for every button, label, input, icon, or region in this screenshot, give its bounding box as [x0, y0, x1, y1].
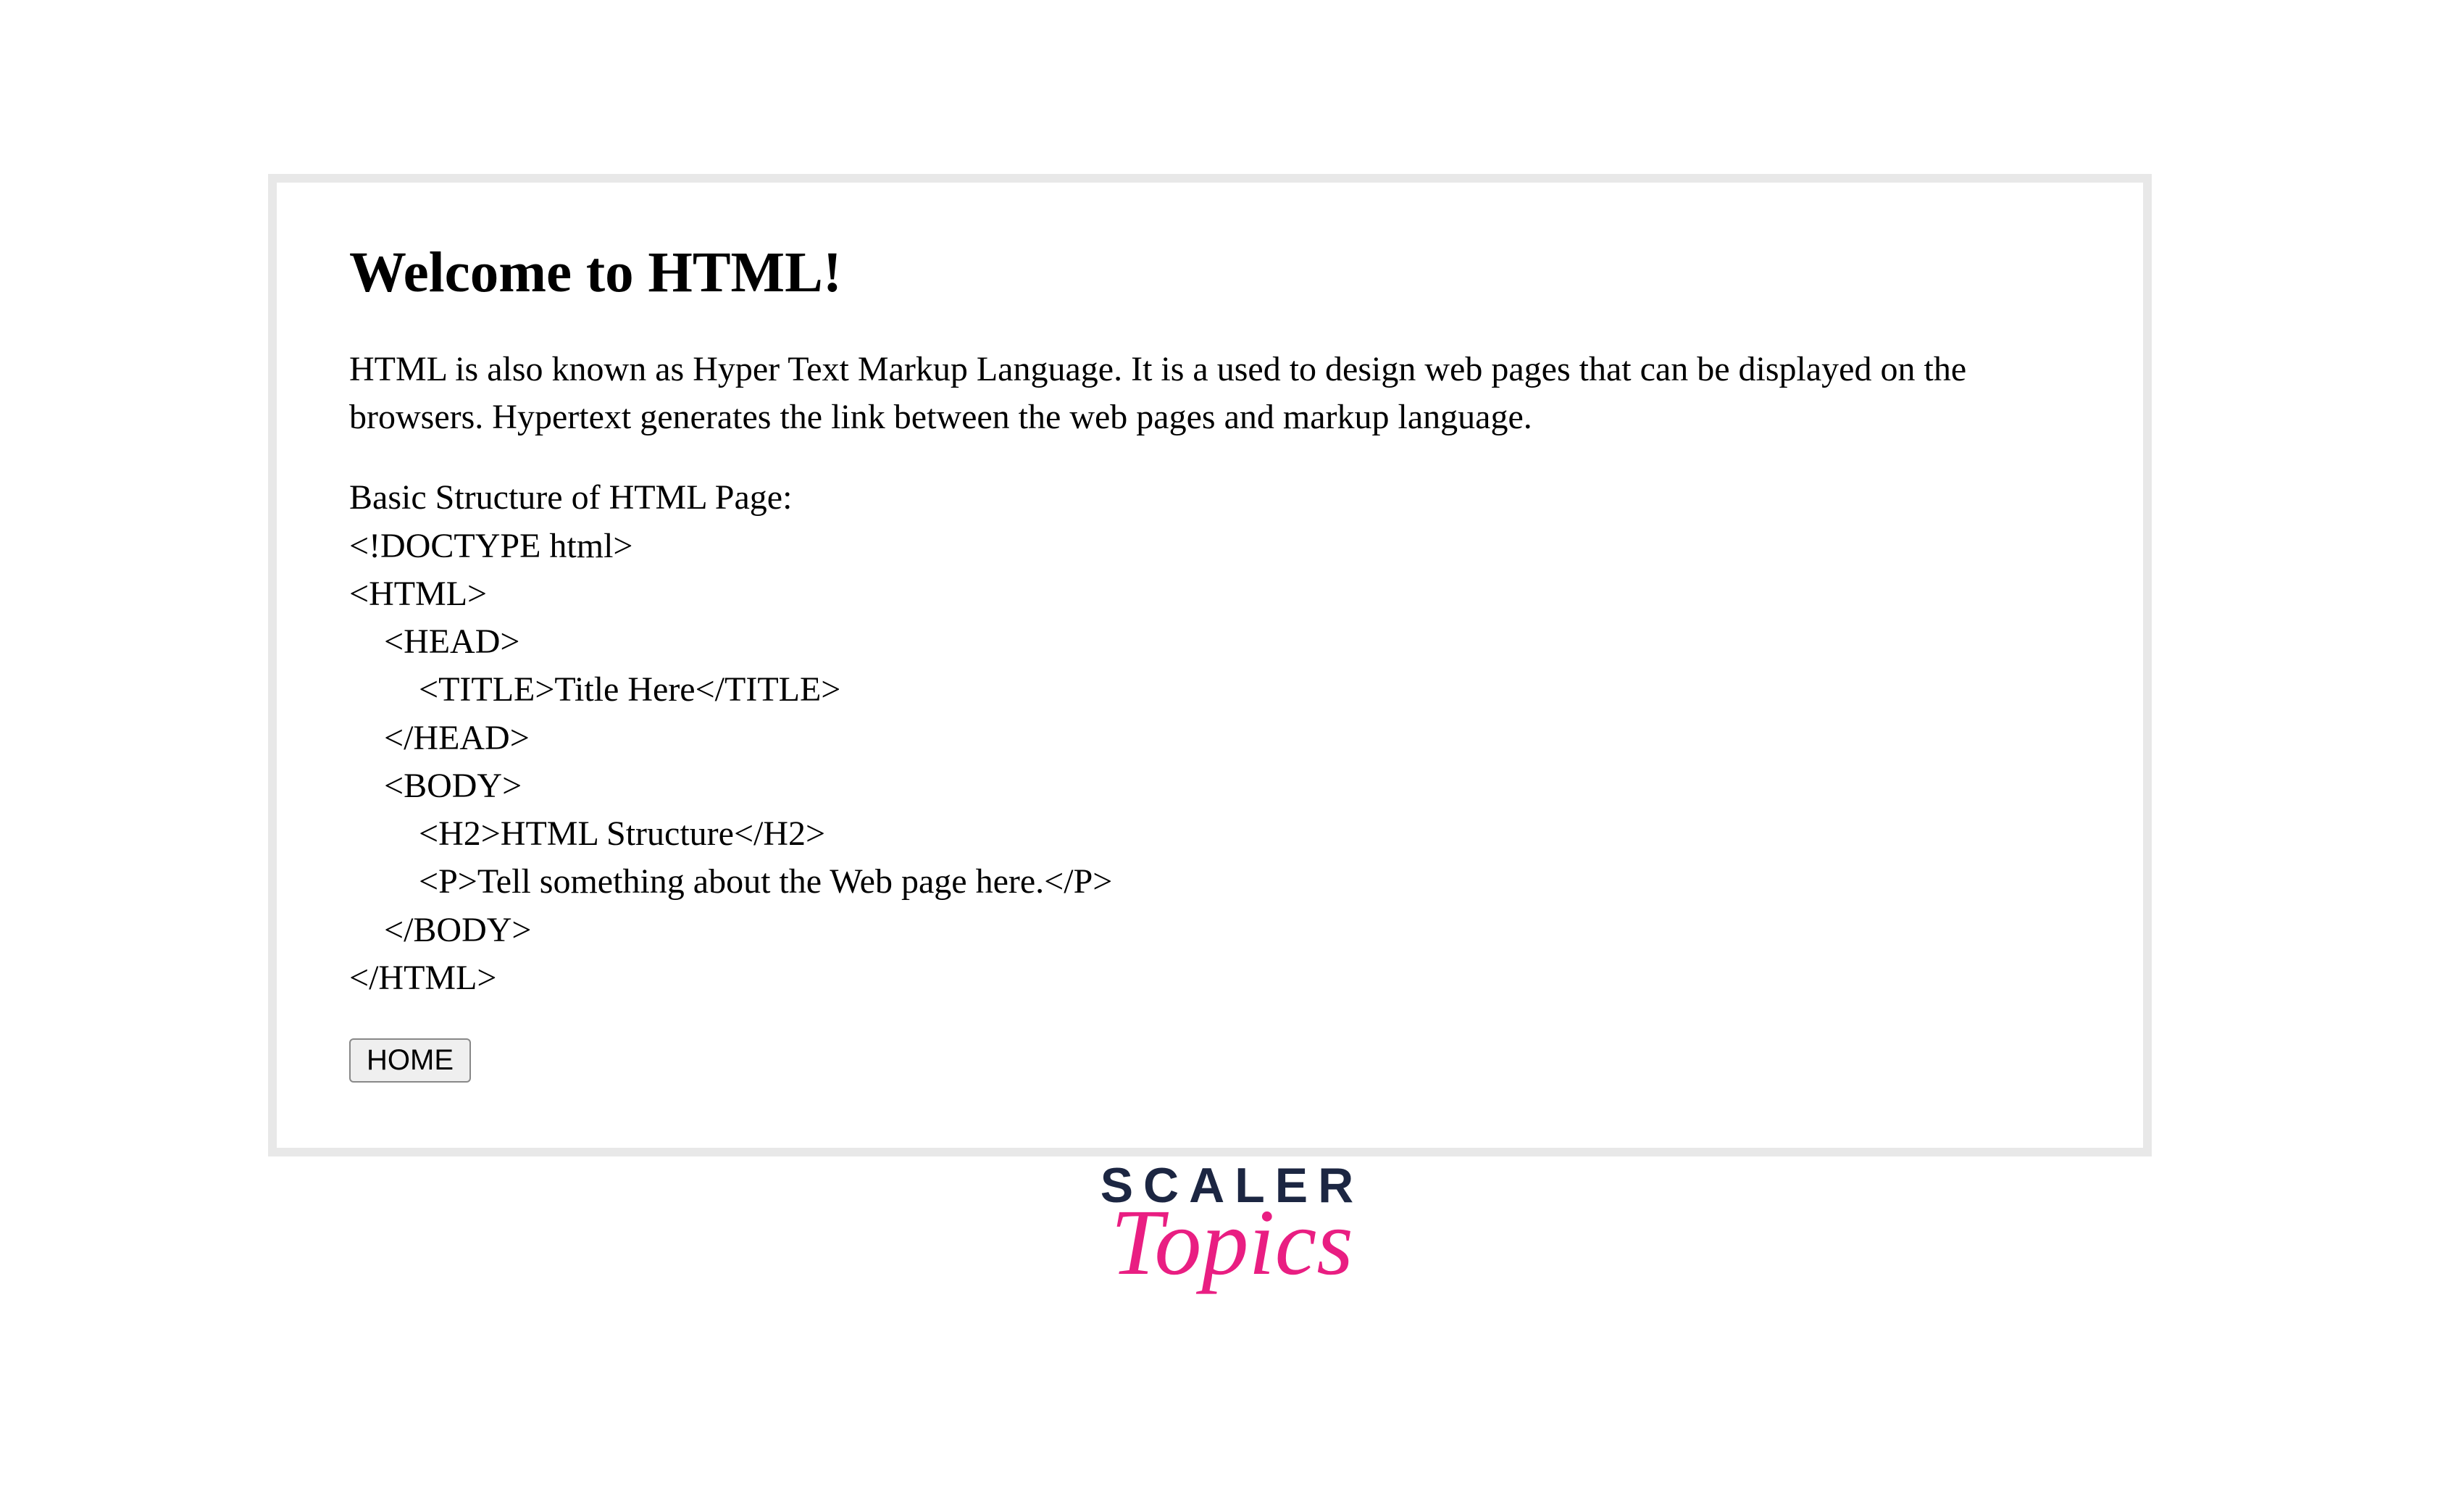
html-structure-code: Basic Structure of HTML Page: <!DOCTYPE … [349, 474, 2071, 1002]
page-title: Welcome to HTML! [349, 241, 2071, 306]
home-button[interactable]: HOME [349, 1038, 471, 1083]
logo-text-topics: Topics [1111, 1196, 1353, 1290]
intro-paragraph: HTML is also known as Hyper Text Markup … [349, 346, 2071, 441]
content-frame: Welcome to HTML! HTML is also known as H… [268, 174, 2152, 1156]
brand-logo: SCALER Topics [0, 1161, 2464, 1290]
